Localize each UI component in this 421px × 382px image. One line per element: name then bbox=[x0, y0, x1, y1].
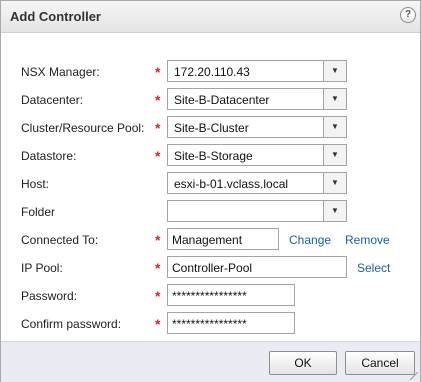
host-value: esxi-b-01.vclass.local bbox=[174, 177, 289, 191]
dialog-footer: OK Cancel bbox=[1, 341, 420, 382]
nsx-manager-label: NSX Manager: bbox=[21, 65, 100, 79]
confirm-password-label: Confirm password: bbox=[21, 317, 122, 331]
nsx-manager-select[interactable]: 172.20.110.43 ▼ bbox=[167, 60, 347, 82]
datacenter-select[interactable]: Site-B-Datacenter ▼ bbox=[167, 88, 347, 110]
row-confirm-password: Confirm password: * **************** bbox=[1, 312, 420, 336]
required-marker: * bbox=[155, 232, 161, 248]
row-ip-pool: IP Pool: * Controller-Pool Select bbox=[1, 256, 420, 280]
row-password: Password: * **************** bbox=[1, 284, 420, 308]
datastore-label: Datastore: bbox=[21, 149, 77, 163]
connected-to-label: Connected To: bbox=[21, 233, 99, 247]
add-controller-dialog: Add Controller ? NSX Manager: * 172.20.1… bbox=[0, 0, 421, 382]
required-marker: * bbox=[155, 120, 161, 136]
chevron-down-icon[interactable]: ▼ bbox=[323, 201, 346, 221]
ip-pool-value: Controller-Pool bbox=[172, 261, 253, 275]
required-marker: * bbox=[155, 64, 161, 80]
required-marker: * bbox=[155, 260, 161, 276]
select-link[interactable]: Select bbox=[357, 261, 390, 275]
row-nsx-manager: NSX Manager: * 172.20.110.43 ▼ bbox=[1, 60, 420, 84]
cancel-button[interactable]: Cancel bbox=[345, 351, 415, 375]
datacenter-value: Site-B-Datacenter bbox=[174, 93, 270, 107]
dialog-title: Add Controller bbox=[10, 9, 101, 24]
datastore-value: Site-B-Storage bbox=[174, 149, 253, 163]
row-datastore: Datastore: * Site-B-Storage ▼ bbox=[1, 144, 420, 168]
row-host: Host: esxi-b-01.vclass.local ▼ bbox=[1, 172, 420, 196]
row-cluster: Cluster/Resource Pool: * Site-B-Cluster … bbox=[1, 116, 420, 140]
connected-to-field[interactable]: Management bbox=[167, 228, 279, 250]
help-icon[interactable]: ? bbox=[400, 7, 416, 23]
confirm-password-value: **************** bbox=[172, 317, 247, 331]
required-marker: * bbox=[155, 148, 161, 164]
host-label: Host: bbox=[21, 177, 50, 191]
cluster-select[interactable]: Site-B-Cluster ▼ bbox=[167, 116, 347, 138]
ip-pool-field[interactable]: Controller-Pool bbox=[167, 256, 347, 278]
chevron-down-icon[interactable]: ▼ bbox=[323, 89, 346, 109]
chevron-down-icon[interactable]: ▼ bbox=[323, 61, 346, 81]
required-marker: * bbox=[155, 316, 161, 332]
datacenter-label: Datacenter: bbox=[21, 93, 84, 107]
ip-pool-label: IP Pool: bbox=[21, 261, 63, 275]
nsx-manager-value: 172.20.110.43 bbox=[174, 65, 250, 79]
row-datacenter: Datacenter: * Site-B-Datacenter ▼ bbox=[1, 88, 420, 112]
host-select[interactable]: esxi-b-01.vclass.local ▼ bbox=[167, 172, 347, 194]
cluster-label: Cluster/Resource Pool: bbox=[21, 121, 145, 135]
change-link[interactable]: Change bbox=[289, 233, 331, 247]
connected-to-value: Management bbox=[172, 233, 243, 247]
chevron-down-icon[interactable]: ▼ bbox=[323, 117, 346, 137]
password-label: Password: bbox=[21, 289, 78, 303]
password-value: **************** bbox=[172, 289, 247, 303]
ok-button[interactable]: OK bbox=[269, 351, 337, 375]
row-connected-to: Connected To: * Management Change Remove bbox=[1, 228, 420, 252]
resize-grip-icon[interactable] bbox=[410, 372, 418, 380]
remove-link[interactable]: Remove bbox=[345, 233, 390, 247]
row-folder: Folder ▼ bbox=[1, 200, 420, 224]
dialog-titlebar[interactable]: Add Controller ? bbox=[1, 1, 420, 33]
datastore-select[interactable]: Site-B-Storage ▼ bbox=[167, 144, 347, 166]
chevron-down-icon[interactable]: ▼ bbox=[323, 173, 346, 193]
password-field[interactable]: **************** bbox=[167, 284, 295, 306]
confirm-password-field[interactable]: **************** bbox=[167, 312, 295, 334]
required-marker: * bbox=[155, 288, 161, 304]
cluster-value: Site-B-Cluster bbox=[174, 121, 249, 135]
required-marker: * bbox=[155, 92, 161, 108]
folder-label: Folder bbox=[21, 205, 56, 219]
folder-select[interactable]: ▼ bbox=[167, 200, 347, 222]
chevron-down-icon[interactable]: ▼ bbox=[323, 145, 346, 165]
